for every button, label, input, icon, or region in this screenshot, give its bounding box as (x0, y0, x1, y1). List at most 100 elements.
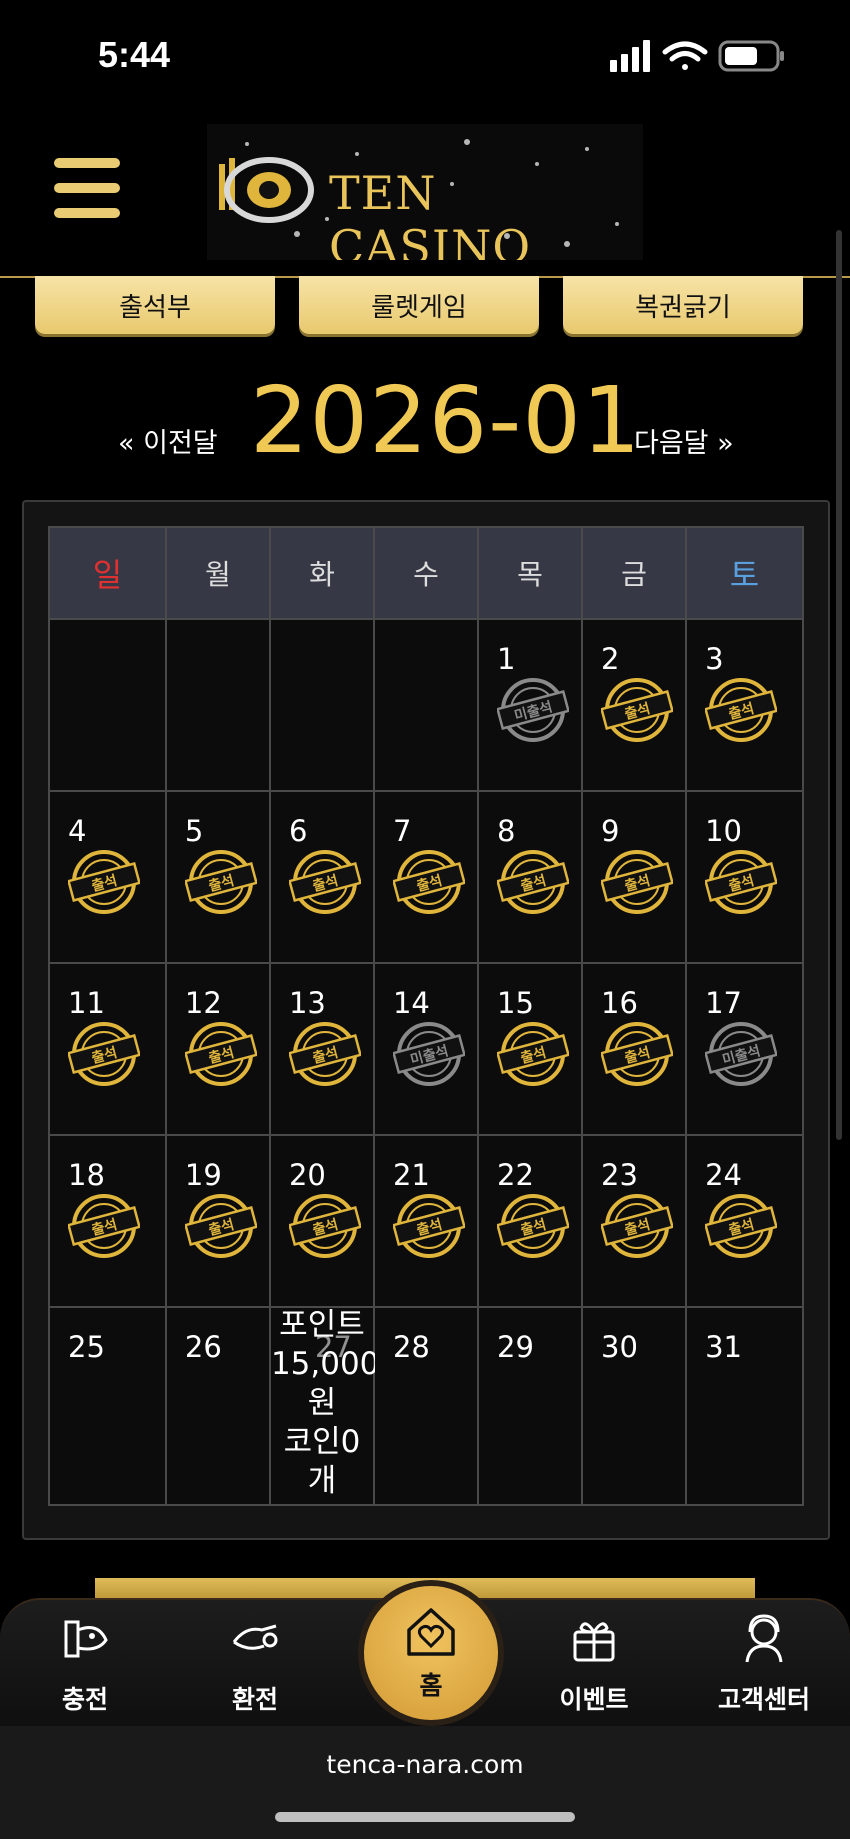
weekday-wed: 수 (372, 526, 480, 620)
hamburger-menu-button[interactable] (54, 158, 120, 218)
points-line: 코인0 (283, 1424, 361, 1460)
points-line: 원 (307, 1385, 337, 1421)
attended-stamp-icon: 출석 (497, 850, 569, 914)
month-title: 2026-01 (250, 367, 642, 474)
calendar-day-cell[interactable]: 15 출석 (476, 962, 584, 1136)
nav-support[interactable]: 고객센터 (704, 1612, 824, 1716)
calendar-day-cell[interactable]: 3 출석 (685, 618, 804, 792)
day-number: 19 (184, 1158, 222, 1192)
calendar-day-cell[interactable]: 12 출석 (164, 962, 271, 1136)
attended-stamp-icon: 출석 (497, 1022, 569, 1086)
points-line: 15,000 (270, 1346, 380, 1382)
weekday-mon: 월 (164, 526, 271, 620)
calendar-day-cell[interactable]: 1 미출석 (476, 618, 584, 792)
calendar-day-cell[interactable]: 4 출석 (48, 790, 167, 964)
calendar-day-cell[interactable]: 17 미출석 (685, 962, 804, 1136)
calendar-day-cell[interactable]: 28 (372, 1306, 480, 1506)
calendar-week-row: 18 출석 19 출석 20 출석 21 출석 22 출석 23 출석 24 출석 (48, 1134, 804, 1308)
attended-stamp-icon: 출석 (705, 678, 778, 742)
day-number: 6 (288, 814, 308, 848)
calendar-day-cell[interactable]: 21 출석 (372, 1134, 480, 1308)
nav-charge-label: 충전 (61, 1685, 108, 1714)
calendar-empty-cell (372, 618, 480, 792)
browser-url-bar[interactable]: tenca-nara.com (0, 1726, 850, 1839)
calendar-day-cell[interactable]: 23 출석 (581, 1134, 688, 1308)
calendar-day-cell[interactable]: 29 (476, 1306, 584, 1506)
calendar-day-cell[interactable]: 22 출석 (476, 1134, 584, 1308)
calendar-day-cell[interactable]: 10 출석 (685, 790, 804, 964)
calendar-day-cell[interactable]: 30 (581, 1306, 688, 1506)
nav-exchange[interactable]: 환전 (195, 1612, 315, 1716)
day-number: 24 (705, 1158, 742, 1192)
calendar-day-cell[interactable]: 5 출석 (164, 790, 271, 964)
nav-event[interactable]: 이벤트 (534, 1612, 654, 1716)
day-number: 21 (392, 1158, 430, 1192)
attended-stamp-icon: 출석 (705, 850, 778, 914)
logo-text: TEN CASINO (329, 166, 532, 260)
attendance-button[interactable]: 출석부 (35, 276, 275, 334)
attended-stamp-icon: 출석 (288, 850, 361, 914)
nav-support-label: 고객센터 (717, 1685, 810, 1714)
attended-stamp-icon: 출석 (68, 1022, 140, 1086)
attended-stamp-icon: 출석 (68, 850, 140, 914)
calendar-day-cell[interactable]: 14 미출석 (372, 962, 480, 1136)
nav-home-label: 홈 (419, 1671, 443, 1700)
calendar-day-cell[interactable]: 19 출석 (164, 1134, 271, 1308)
next-month-link[interactable]: 다음달 » (634, 421, 734, 460)
calendar-day-cell[interactable]: 16 출석 (581, 962, 688, 1136)
calendar-day-cell[interactable]: 6 출석 (268, 790, 375, 964)
calendar-day-cell[interactable]: 2 출석 (581, 618, 688, 792)
attended-stamp-icon: 출석 (601, 850, 674, 914)
absent-stamp-icon: 미출석 (705, 1022, 778, 1086)
calendar-week-row: 11 출석 12 출석 13 출석 14 미출석 15 출석 16 출석 17 미출석 (48, 962, 804, 1136)
calendar-day-cell[interactable]: 13 출석 (268, 962, 375, 1136)
attended-stamp-icon: 출석 (392, 1194, 465, 1258)
absent-stamp-icon: 미출석 (392, 1022, 465, 1086)
header: TEN CASINO (0, 110, 850, 278)
day-number: 30 (601, 1330, 638, 1364)
roulette-game-button[interactable]: 룰렛게임 (299, 276, 539, 334)
prev-month-link[interactable]: « 이전달 (118, 421, 218, 460)
attended-stamp-icon: 출석 (601, 678, 674, 742)
url-text: tenca-nara.com (326, 1750, 524, 1779)
day-number: 25 (68, 1330, 105, 1364)
menu-line-icon (54, 158, 120, 168)
points-line: 포인트 (279, 1307, 365, 1343)
attended-stamp-icon: 출석 (705, 1194, 778, 1258)
day-number: 16 (601, 986, 638, 1020)
weekday-fri: 금 (581, 526, 688, 620)
calendar-day-cell[interactable]: 27 포인트 15,000 원 코인0 개 (268, 1306, 380, 1506)
weekday-thu: 목 (476, 526, 584, 620)
attended-stamp-icon: 출석 (601, 1022, 674, 1086)
day-number: 15 (497, 986, 534, 1020)
calendar-day-cell[interactable]: 9 출석 (581, 790, 688, 964)
calendar-day-cell[interactable]: 11 출석 (48, 962, 167, 1136)
absent-stamp-icon: 미출석 (497, 678, 569, 742)
calendar-day-cell[interactable]: 25 (48, 1306, 167, 1506)
day-number: 26 (184, 1330, 222, 1364)
nav-home[interactable]: 홈 (358, 1580, 504, 1726)
calendar-day-cell[interactable]: 31 (685, 1306, 804, 1506)
day-number: 2 (601, 642, 620, 676)
day-number: 23 (601, 1158, 638, 1192)
day-number: 3 (705, 642, 724, 676)
status-icons (610, 40, 784, 72)
status-bar: 5:44 (0, 0, 850, 110)
calendar-day-cell[interactable]: 24 출석 (685, 1134, 804, 1308)
calendar-day-cell[interactable]: 7 출석 (372, 790, 480, 964)
day-number: 9 (601, 814, 620, 848)
calendar-day-cell[interactable]: 20 출석 (268, 1134, 375, 1308)
calendar-day-cell[interactable]: 26 (164, 1306, 271, 1506)
menu-line-icon (54, 208, 120, 218)
weekday-sat: 토 (685, 526, 804, 620)
day-number: 4 (68, 814, 87, 848)
scratch-lottery-button[interactable]: 복권긁기 (563, 276, 803, 334)
weekday-header-row: 일 월 화 수 목 금 토 (48, 526, 804, 620)
calendar-day-cell[interactable]: 18 출석 (48, 1134, 167, 1308)
nav-charge[interactable]: 충전 (25, 1612, 145, 1716)
calendar-week-row: 4 출석 5 출석 6 출석 7 출석 8 출석 9 출석 10 출석 (48, 790, 804, 964)
day-number: 5 (184, 814, 204, 848)
ten-casino-logo[interactable]: TEN CASINO (207, 124, 643, 260)
scrollbar[interactable] (836, 230, 842, 1140)
calendar-day-cell[interactable]: 8 출석 (476, 790, 584, 964)
